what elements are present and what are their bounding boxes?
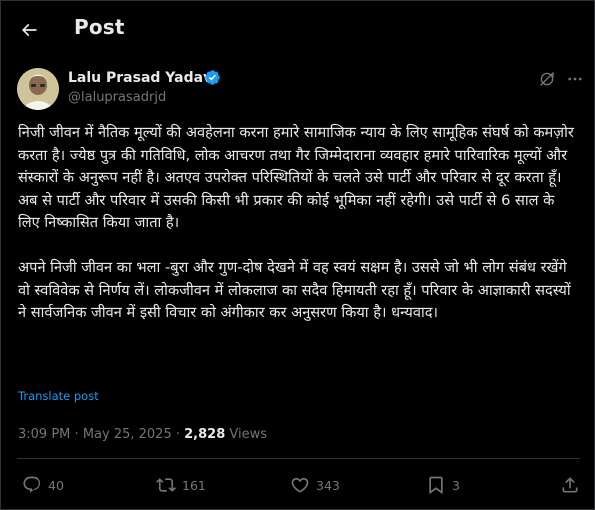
repost-icon [156,478,176,492]
more-icon[interactable] [566,70,584,88]
views-label: Views [229,427,268,442]
verified-badge-icon [205,70,220,85]
reply-icon [23,476,41,493]
views-count: 2,828 [184,427,226,442]
share-button[interactable] [560,472,580,498]
share-icon [562,477,578,493]
post-date[interactable]: May 25, 2025 [83,427,172,442]
page-title: Post [74,15,125,39]
reply-count: 40 [48,477,64,493]
like-button[interactable]: 343 [290,472,340,498]
bookmark-button[interactable]: 3 [426,472,460,498]
post-time[interactable]: 3:09 PM [18,427,70,442]
header: Post [0,0,595,60]
repost-count: 161 [182,477,206,493]
reply-button[interactable]: 40 [22,472,64,498]
back-button[interactable] [12,13,46,47]
meta-separator: · [175,427,180,442]
repost-button[interactable]: 161 [156,472,206,498]
action-bar: 40 161 343 3 [0,470,595,500]
bookmark-icon [429,476,443,495]
divider [17,458,580,459]
bookmark-count: 3 [452,477,460,493]
arrow-left-icon [21,23,37,37]
author-handle[interactable]: @laluprasadrjd [68,90,166,105]
meta-separator: · [74,427,79,442]
translate-post-link[interactable]: Translate post [18,389,99,403]
heart-icon [291,477,309,493]
post-paragraph: निजी जीवन में नैतिक मूल्यों की अवहेलना क… [18,124,574,232]
grok-icon[interactable] [538,70,556,88]
post-meta: 3:09 PM · May 25, 2025 · 2,828 Views [18,427,267,442]
post-text: निजी जीवन में नैतिक मूल्यों की अवहेलना क… [18,122,580,325]
author-name[interactable]: Lalu Prasad Yadav [68,70,212,86]
avatar[interactable] [17,68,59,110]
like-count: 343 [316,477,340,493]
post-paragraph: अपने निजी जीवन का भला -बुरा और गुण-दोष द… [18,258,571,322]
